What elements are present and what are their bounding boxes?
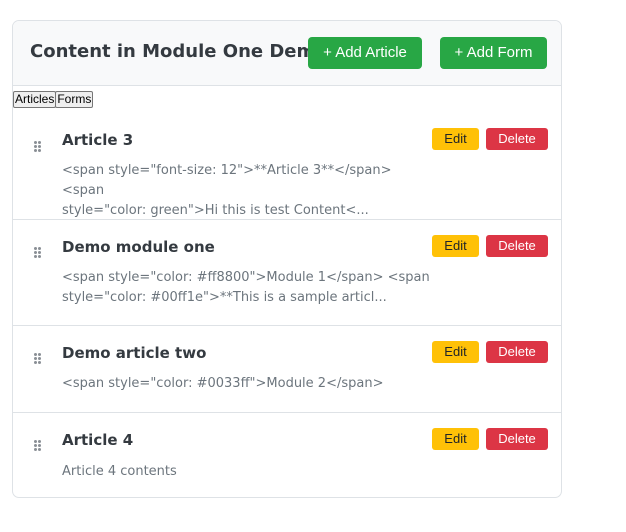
preview-line: Article 4 contents [62,464,177,479]
article-preview: <span style="font-size: 12">**Article 3*… [62,161,432,221]
edit-button[interactable]: Edit [432,128,479,150]
drag-handle-icon[interactable] [34,141,41,152]
delete-button[interactable]: Delete [486,428,548,450]
delete-button[interactable]: Delete [486,235,548,257]
delete-button[interactable]: Delete [486,128,548,150]
page-title: Content in Module One Demo [30,41,328,62]
preview-line: <span style="color: #ff8800">Module 1</s… [62,270,430,285]
drag-handle-icon[interactable] [34,353,41,364]
content-card: Content in Module One Demo + Add Article… [12,20,562,498]
tab-articles[interactable]: Articles [13,91,57,108]
article-preview: <span style="color: #ff8800">Module 1</s… [62,268,432,308]
article-preview: Article 4 contents [62,462,432,482]
list-item: Article 3 Edit Delete <span style="font-… [13,113,561,220]
add-article-button[interactable]: + Add Article [308,37,422,69]
edit-button[interactable]: Edit [432,428,479,450]
preview-line: style="color: #00ff1e">**This is a sampl… [62,290,387,305]
delete-button[interactable]: Delete [486,341,548,363]
article-title: Article 3 [62,131,134,149]
drag-handle-icon[interactable] [34,247,41,258]
edit-button[interactable]: Edit [432,235,479,257]
list-item: Demo article two Edit Delete <span style… [13,326,561,413]
article-title: Demo module one [62,238,215,256]
card-header: Content in Module One Demo + Add Article… [13,21,561,86]
list-item: Article 4 Edit Delete Article 4 contents [13,413,561,497]
edit-button[interactable]: Edit [432,341,479,363]
preview-line: <span style="font-size: 12">**Article 3*… [62,163,392,198]
list-item: Demo module one Edit Delete <span style=… [13,220,561,326]
article-preview: <span style="color: #0033ff">Module 2</s… [62,374,432,394]
add-form-button[interactable]: + Add Form [440,37,547,69]
drag-handle-icon[interactable] [34,440,41,451]
article-title: Article 4 [62,431,134,449]
tab-bar: Articles Forms [13,91,94,109]
preview-line: style="color: green">Hi this is test Con… [62,203,369,218]
preview-line: <span style="color: #0033ff">Module 2</s… [62,376,384,391]
tab-forms[interactable]: Forms [55,91,94,108]
article-title: Demo article two [62,344,207,362]
